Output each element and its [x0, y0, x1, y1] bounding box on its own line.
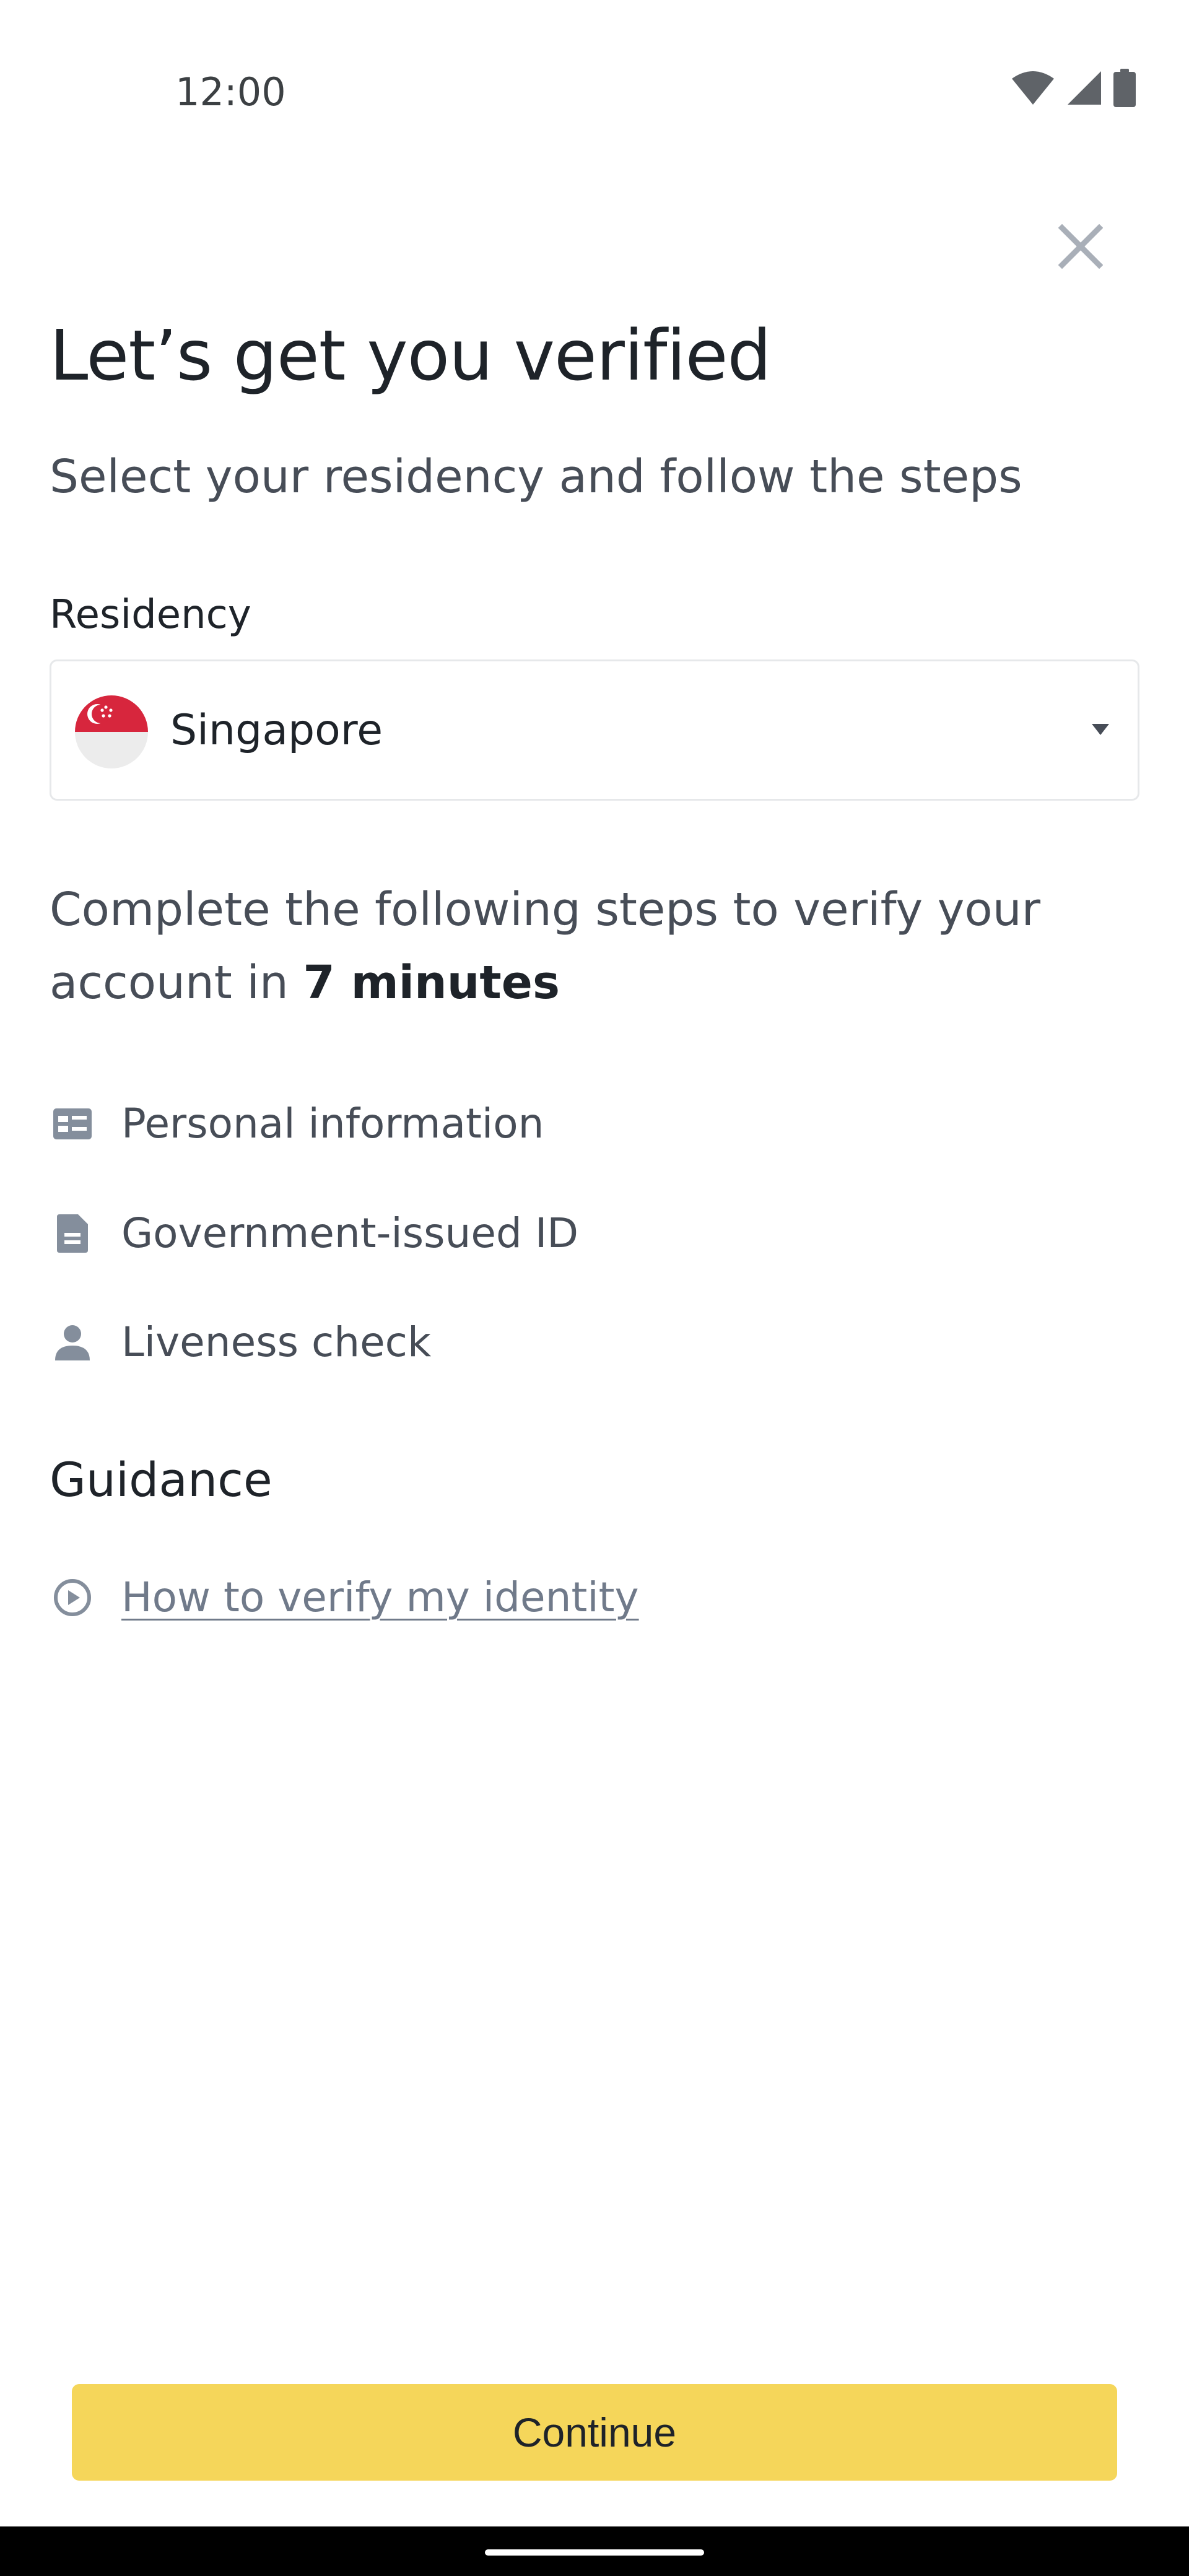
singapore-flag-icon — [75, 695, 148, 768]
continue-button[interactable]: Continue — [72, 2384, 1117, 2481]
document-icon — [50, 1211, 95, 1256]
close-button[interactable] — [1053, 220, 1108, 276]
step-label: Personal information — [121, 1100, 544, 1147]
wifi-icon — [1011, 70, 1055, 108]
continue-button-label: Continue — [512, 2409, 677, 2455]
how-to-verify-link-text[interactable]: How to verify my identity — [121, 1567, 639, 1629]
cellular-signal-icon — [1066, 70, 1102, 108]
caret-down-icon — [1088, 720, 1113, 739]
residency-select[interactable]: Singapore — [50, 659, 1139, 801]
guidance-heading: Guidance — [50, 1452, 272, 1507]
home-gesture-handle[interactable] — [485, 2549, 704, 2556]
how-to-verify-link[interactable]: How to verify my identity — [50, 1567, 639, 1629]
status-bar-icons — [1011, 69, 1136, 109]
residency-label: Residency — [50, 592, 251, 638]
person-icon — [50, 1320, 95, 1365]
status-bar-time: 12:00 — [175, 69, 286, 115]
page-subtitle: Select your residency and follow the ste… — [50, 450, 1022, 503]
id-card-icon — [50, 1101, 95, 1147]
step-label: Government-issued ID — [121, 1209, 579, 1257]
step-government-id: Government-issued ID — [50, 1203, 578, 1264]
close-icon — [1058, 224, 1104, 271]
steps-duration: 7 minutes — [303, 956, 560, 1009]
steps-intro: Complete the following steps to verify y… — [50, 873, 1127, 1019]
play-circle-icon — [50, 1575, 95, 1621]
residency-selected-value: Singapore — [170, 706, 383, 755]
step-personal-information: Personal information — [50, 1093, 544, 1155]
step-label: Liveness check — [121, 1318, 432, 1366]
battery-icon — [1113, 69, 1136, 110]
page-title: Let’s get you verified — [50, 316, 772, 396]
step-liveness-check: Liveness check — [50, 1312, 431, 1373]
